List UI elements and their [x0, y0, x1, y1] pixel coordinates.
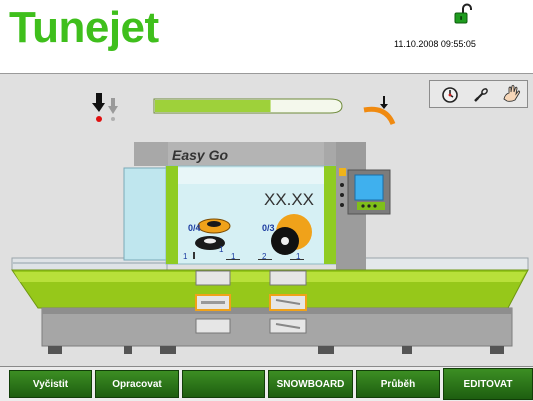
clean-button[interactable]: Vyčistit: [9, 370, 92, 398]
control-panel-screen: [347, 169, 391, 215]
snowboard-button[interactable]: SNOWBOARD: [268, 370, 353, 398]
scale-label: 1: [219, 245, 224, 254]
counter-display: XX.XX: [264, 190, 314, 209]
plug-icon[interactable]: [470, 84, 492, 106]
spool-a-label: 0/4: [188, 223, 201, 233]
progress-view-button[interactable]: Průběh: [356, 370, 440, 398]
tray-stack-left: [195, 270, 231, 334]
progress-bar: [153, 98, 343, 114]
hand-icon[interactable]: [501, 82, 523, 104]
tool-panel: [429, 80, 528, 108]
bottom-toolbar: Vyčistit Opracovat SNOWBOARD Průběh EDIT…: [0, 366, 533, 401]
process-button[interactable]: Opracovat: [95, 370, 179, 398]
scale-label: 1: [183, 252, 188, 261]
direction-down-icon: [92, 93, 118, 122]
tray-stack-right: [269, 270, 307, 334]
ski-tip-icon: [363, 96, 396, 126]
spool-b-label: 0/3: [262, 223, 275, 233]
machine-diagram: Easy Go XX.XX 0/4 0/3 1 1 1 2 1: [11, 93, 529, 354]
edit-button[interactable]: EDITOVAT: [443, 368, 533, 400]
blank-button[interactable]: [182, 370, 265, 398]
timer-icon[interactable]: [439, 84, 461, 106]
model-label: Easy Go: [172, 147, 228, 163]
